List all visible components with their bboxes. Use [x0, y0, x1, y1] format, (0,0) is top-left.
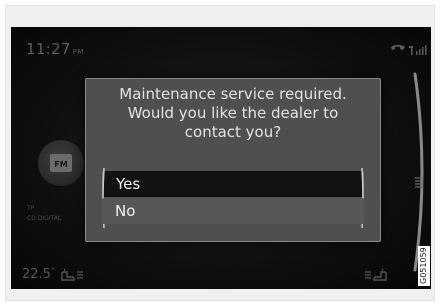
clock: 11:27 PM [26, 40, 84, 58]
left-temperature-value: 22.5 [22, 267, 51, 282]
dialog-options: Yes No [102, 167, 364, 229]
infotainment-screen: 11:27 PM FM TP CD DIGITAL 22.5° Maintena… [11, 27, 431, 289]
option-yes[interactable]: Yes [102, 167, 364, 229]
dialog-message-line1: Maintenance service required. [119, 85, 347, 103]
phone-icon [391, 44, 405, 50]
seat-heat-right-icon [363, 267, 389, 281]
source-tp: TP [27, 205, 35, 212]
clock-ampm: PM [72, 48, 84, 56]
dialog-message-line2: Would you like the dealer to [127, 104, 339, 122]
option-yes-label: Yes [116, 175, 141, 193]
degree-symbol: ° [50, 267, 55, 275]
fm-label: FM [50, 154, 72, 172]
signal-icon [409, 45, 427, 55]
status-icons [389, 41, 429, 55]
option-no-label: No [115, 202, 136, 220]
dialog-message: Maintenance service required. Would you … [86, 85, 380, 142]
option-no[interactable]: No [102, 198, 364, 224]
clock-time: 11:27 [26, 40, 71, 58]
source-cd-digital: CD DIGITAL [27, 215, 62, 222]
seat-heat-left-icon [59, 267, 85, 281]
service-dialog: Maintenance service required. Would you … [85, 78, 381, 242]
radio-source-icon: FM [38, 140, 84, 186]
scroll-indicator [409, 72, 431, 272]
figure-code: G051059 [418, 246, 430, 286]
left-temperature: 22.5° [22, 267, 54, 282]
dialog-message-line3: contact you? [184, 123, 282, 141]
